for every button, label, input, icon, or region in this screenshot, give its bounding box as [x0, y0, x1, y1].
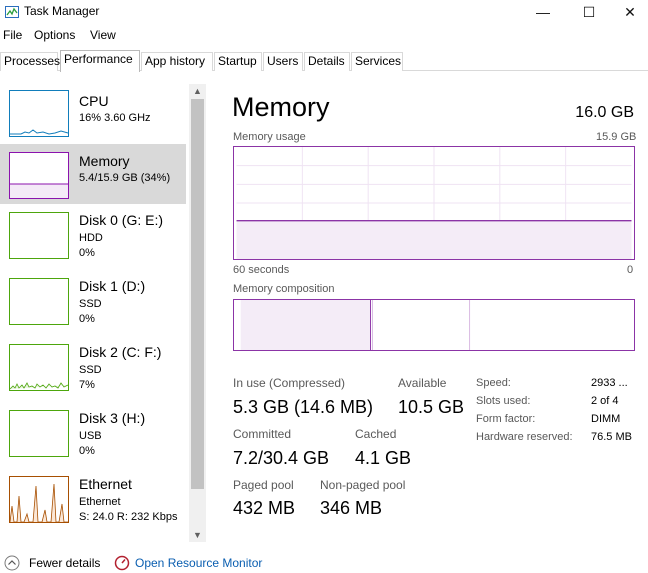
sidebar-item-title: CPU [79, 93, 109, 109]
sidebar-item-ethernet[interactable]: Ethernet Ethernet S: 24.0 R: 232 Kbps [0, 470, 186, 530]
sidebar-item-usage: 0% [79, 445, 95, 457]
title-bar: Task Manager — ☐ ✕ [0, 0, 648, 26]
hardware-reserved-label: Hardware reserved: [476, 431, 573, 443]
memory-usage-graph [233, 146, 635, 260]
resource-monitor-icon [114, 555, 130, 571]
tab-bar: Processes Performance App history Startu… [0, 50, 648, 72]
paged-pool-label: Paged pool [233, 478, 294, 492]
sidebar-item-throughput: S: 24.0 R: 232 Kbps [79, 511, 178, 523]
footer-bar: Fewer details Open Resource Monitor [0, 552, 648, 573]
memory-composition-label: Memory composition [233, 283, 335, 295]
sidebar-item-title: Disk 2 (C: F:) [79, 344, 162, 360]
close-button[interactable]: ✕ [612, 0, 648, 26]
page-title: Memory [232, 92, 330, 122]
tab-app-history[interactable]: App history [141, 52, 213, 71]
slots-used-label: Slots used: [476, 395, 531, 407]
available-label: Available [398, 376, 447, 390]
cached-label: Cached [355, 427, 397, 441]
committed-label: Committed [233, 427, 292, 441]
sidebar-item-detail: 16% 3.60 GHz [79, 112, 151, 124]
disk-2-thumbnail-graph [9, 344, 69, 391]
menu-view[interactable]: View [90, 28, 116, 42]
form-factor-label: Form factor: [476, 413, 536, 425]
committed-value: 7.2/30.4 GB [233, 448, 330, 468]
memory-composition-bar [233, 299, 635, 351]
sidebar-item-disk-3[interactable]: Disk 3 (H:) USB 0% [0, 404, 186, 464]
hardware-reserved-value: 76.5 MB [591, 431, 632, 443]
sidebar-item-title: Ethernet [79, 476, 132, 492]
sidebar-item-memory[interactable]: Memory 5.4/15.9 GB (34%) [0, 144, 186, 204]
graph-x-right-label: 0 [627, 264, 634, 276]
tab-services[interactable]: Services [351, 52, 403, 71]
scroll-up-arrow-icon[interactable]: ▲ [189, 84, 206, 98]
tab-users[interactable]: Users [263, 52, 303, 71]
speed-label: Speed: [476, 377, 511, 389]
memory-usage-max: 15.9 GB [596, 131, 637, 143]
sidebar-item-title: Disk 3 (H:) [79, 410, 146, 426]
sidebar-item-title: Disk 1 (D:) [79, 278, 146, 294]
sidebar-item-disk-1[interactable]: Disk 1 (D:) SSD 0% [0, 272, 186, 332]
sidebar-item-usage: 0% [79, 247, 95, 259]
cached-value: 4.1 GB [355, 448, 412, 468]
paged-pool-value: 432 MB [233, 498, 296, 518]
composition-in-use [240, 300, 371, 350]
in-use-value: 5.3 GB (14.6 MB) [233, 397, 374, 417]
fewer-details-button[interactable]: Fewer details [29, 556, 100, 570]
sidebar-item-title: Disk 0 (G: E:) [79, 212, 164, 228]
total-memory: 16.0 GB [575, 104, 634, 121]
form-factor-value: DIMM [591, 413, 621, 425]
sidebar-item-type: SSD [79, 364, 102, 376]
sidebar-item-adapter: Ethernet [79, 496, 121, 508]
sidebar-item-disk-0[interactable]: Disk 0 (G: E:) HDD 0% [0, 206, 186, 266]
slots-used-value: 2 of 4 [591, 395, 619, 407]
memory-usage-area [236, 220, 632, 259]
maximize-button[interactable]: ☐ [566, 0, 612, 26]
non-paged-pool-value: 346 MB [320, 498, 383, 518]
tab-details[interactable]: Details [304, 52, 350, 71]
tab-processes[interactable]: Processes [0, 52, 60, 71]
non-paged-pool-label: Non-paged pool [320, 478, 406, 492]
memory-usage-label: Memory usage [233, 131, 306, 143]
window-title: Task Manager [24, 4, 100, 18]
task-manager-icon [5, 6, 19, 18]
scroll-down-arrow-icon[interactable]: ▼ [189, 528, 206, 542]
minimize-button[interactable]: — [520, 0, 566, 26]
sidebar-item-title: Memory [79, 153, 130, 169]
sidebar-item-detail: 5.4/15.9 GB (34%) [79, 172, 171, 184]
in-use-label: In use (Compressed) [233, 376, 346, 390]
disk-3-thumbnail-graph [9, 410, 69, 457]
sidebar-item-type: SSD [79, 298, 102, 310]
ethernet-thumbnail-graph [9, 476, 69, 523]
sidebar-item-type: USB [79, 430, 102, 442]
tab-performance[interactable]: Performance [60, 50, 140, 72]
scrollbar-thumb[interactable] [191, 99, 204, 489]
chevron-up-circle-icon[interactable] [4, 555, 20, 571]
available-value: 10.5 GB [398, 397, 465, 417]
graph-x-left-label: 60 seconds [233, 264, 290, 276]
cpu-thumbnail-graph [9, 90, 69, 137]
sidebar-item-usage: 0% [79, 313, 95, 325]
sidebar-item-type: HDD [79, 232, 103, 244]
sidebar-scrollbar[interactable]: ▲ ▼ [189, 84, 206, 542]
sidebar-item-cpu[interactable]: CPU 16% 3.60 GHz [0, 84, 186, 144]
speed-value: 2933 ... [591, 377, 628, 389]
disk-1-thumbnail-graph [9, 278, 69, 325]
performance-sidebar: CPU 16% 3.60 GHz Memory 5.4/15.9 GB (34%… [0, 84, 188, 544]
sidebar-item-disk-2[interactable]: Disk 2 (C: F:) SSD 7% [0, 338, 186, 398]
open-resource-monitor-link[interactable]: Open Resource Monitor [135, 556, 262, 570]
menu-file[interactable]: File [3, 28, 22, 42]
sidebar-item-usage: 7% [79, 379, 95, 391]
disk-0-thumbnail-graph [9, 212, 69, 259]
memory-thumbnail-graph [9, 152, 69, 199]
menu-options[interactable]: Options [34, 28, 75, 42]
tab-startup[interactable]: Startup [214, 52, 262, 71]
